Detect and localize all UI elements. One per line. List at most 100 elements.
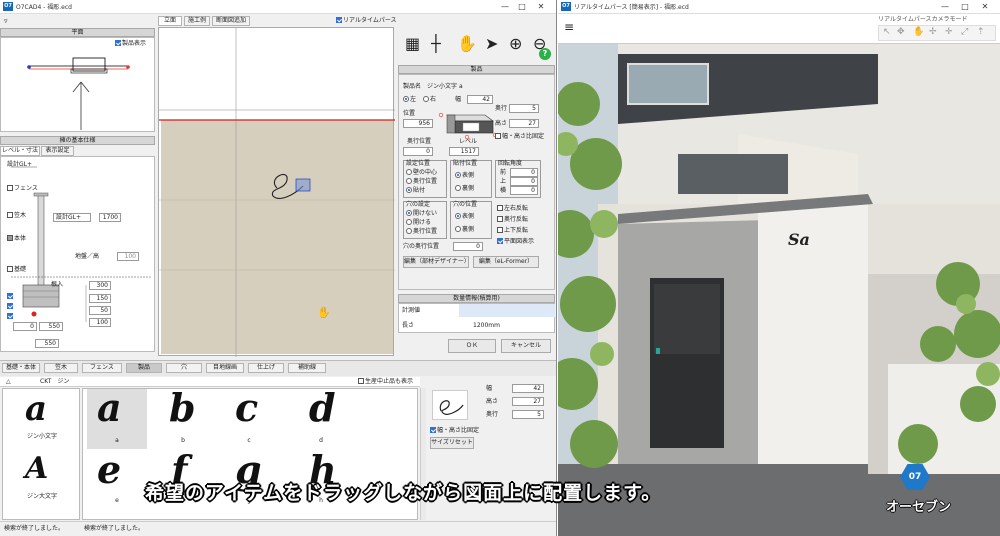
glyph-e[interactable]: e xyxy=(97,447,121,492)
category-thumb-lower[interactable]: a xyxy=(25,389,47,429)
tab-foundation-body[interactable]: 基礎・本体 xyxy=(2,363,40,373)
glyph-d[interactable]: d xyxy=(309,389,336,430)
info-depth-field[interactable]: 5 xyxy=(512,410,544,419)
hole-depth[interactable]: 奥行位置 xyxy=(406,228,437,236)
maximize-button[interactable]: □ xyxy=(515,1,529,12)
tab-add-section[interactable]: 断面図追加 xyxy=(212,16,250,26)
position-field[interactable]: 956 xyxy=(403,119,433,128)
rotate-side-field[interactable]: 0 xyxy=(510,186,538,195)
help-icon[interactable]: ? xyxy=(539,48,551,60)
dim-field-1[interactable]: 300 xyxy=(89,281,111,290)
ratio-lock-check[interactable]: 幅・高さ比固定 xyxy=(495,133,544,141)
attach-back[interactable]: 裏側 xyxy=(455,185,474,193)
set-pos-attach[interactable]: 貼付 xyxy=(406,187,425,195)
perspective-titlebar: O7 リアルタイムパース [簡易表示] - 福彫.ecd — □ ✕ xyxy=(558,0,1000,14)
check-3[interactable] xyxy=(7,313,14,321)
bottom-dim-0[interactable]: 0 xyxy=(13,322,37,331)
flip-horizontal-check[interactable]: 左右反転 xyxy=(497,205,528,213)
edit-designer-button[interactable]: 編集（部材デザイナー） xyxy=(403,256,470,268)
ground-field[interactable]: 100 xyxy=(117,252,139,261)
pointer-icon[interactable]: ➤ xyxy=(485,34,498,53)
tab-level-dims[interactable]: レベル・寸法 xyxy=(0,146,40,156)
glyph-c[interactable]: c xyxy=(235,389,258,430)
side-right-radio[interactable]: 右 xyxy=(423,96,436,104)
edit-elformer-button[interactable]: 編集（eL-Former） xyxy=(473,256,539,268)
check-2[interactable] xyxy=(7,303,14,311)
rotate-top-field[interactable]: 0 xyxy=(510,177,538,186)
tab-product[interactable]: 製品 xyxy=(126,363,162,373)
height-field[interactable]: 27 xyxy=(509,119,539,128)
camera-pointer-icon[interactable]: ↖ xyxy=(883,27,891,37)
tab-construction-example[interactable]: 施工例 xyxy=(184,16,210,26)
camera-rotate-icon[interactable]: ✥ xyxy=(897,27,905,37)
flip-depth-check[interactable]: 奥行反転 xyxy=(497,216,528,224)
perspective-close-button[interactable]: ✕ xyxy=(978,1,992,12)
close-button[interactable]: ✕ xyxy=(534,1,548,12)
camera-up-icon[interactable]: ⇡ xyxy=(977,27,985,37)
tab-finish[interactable]: 仕上げ xyxy=(248,363,284,373)
level-field[interactable]: 1517 xyxy=(449,147,479,156)
flip-vertical-check[interactable]: 上下反転 xyxy=(497,227,528,235)
bottom-dim-550[interactable]: 550 xyxy=(39,322,63,331)
production-stop-check[interactable]: 生産中止品も表示 xyxy=(358,378,413,386)
perspective-maximize-button[interactable]: □ xyxy=(958,1,972,12)
camera-walk-icon[interactable]: ⤢ xyxy=(961,27,968,37)
minimize-button[interactable]: — xyxy=(498,1,512,12)
select-cross-icon[interactable]: ┼ xyxy=(431,34,441,53)
perspective-minimize-button[interactable]: — xyxy=(938,1,952,12)
camera-move-icon[interactable]: ✢ xyxy=(929,27,937,37)
plan-view[interactable]: 製品表示 xyxy=(0,37,155,132)
menu-icon[interactable]: ▿ xyxy=(4,17,8,25)
camera-zoom-icon[interactable]: ✛ xyxy=(945,27,953,37)
glyph-b[interactable]: b xyxy=(169,389,196,430)
rotate-front-field[interactable]: 0 xyxy=(510,168,538,177)
depth-field[interactable]: 5 xyxy=(509,104,539,113)
info-ratio-check[interactable]: 幅・高さ比固定 xyxy=(430,427,479,435)
dim-field-4[interactable]: 100 xyxy=(89,318,111,327)
elevation-view[interactable]: ✋ xyxy=(158,27,395,357)
tab-hole[interactable]: 穴 xyxy=(166,363,202,373)
camera-pan-icon[interactable]: ✋ xyxy=(913,27,924,37)
depth-pos-field[interactable]: 0 xyxy=(403,147,433,156)
side-left-radio[interactable]: 左 xyxy=(403,96,416,104)
set-pos-depth[interactable]: 奥行位置 xyxy=(406,178,437,186)
tab-joint-lines[interactable]: 目地線画 xyxy=(206,363,244,373)
bottom-total[interactable]: 550 xyxy=(35,339,59,348)
perspective-scene[interactable] xyxy=(558,44,1000,536)
glyph-a[interactable]: a xyxy=(97,389,122,430)
hole-pos-back[interactable]: 裏側 xyxy=(455,226,474,234)
size-reset-button[interactable]: サイズリセット xyxy=(430,437,474,449)
height-field[interactable]: 1700 xyxy=(99,213,121,222)
width-field[interactable]: 42 xyxy=(467,95,493,104)
hole-none[interactable]: 開けない xyxy=(406,210,437,218)
dim-field-3[interactable]: 50 xyxy=(89,306,111,315)
info-height-field[interactable]: 27 xyxy=(512,397,544,406)
tab-fence[interactable]: フェンス xyxy=(82,363,122,373)
set-pos-wall-center[interactable]: 壁の中心 xyxy=(406,169,437,177)
check-1[interactable] xyxy=(7,293,14,301)
cancel-button[interactable]: キャンセル xyxy=(501,339,551,353)
hand-icon[interactable]: ✋ xyxy=(457,34,477,53)
hole-depth-field[interactable]: 0 xyxy=(453,242,483,251)
hole-open[interactable]: 開ける xyxy=(406,219,431,227)
up-arrow-icon[interactable]: △ xyxy=(6,378,11,386)
tab-display-settings[interactable]: 表示設定 xyxy=(41,146,74,156)
info-width-field[interactable]: 42 xyxy=(512,384,544,393)
hole-pos-front[interactable]: 表側 xyxy=(455,213,474,221)
zoom-in-icon[interactable]: ⊕ xyxy=(509,34,522,53)
tab-coping[interactable]: 笠木 xyxy=(44,363,78,373)
product-panel: 製品名 ジン小文字 a 左 右 幅 42 奥行 5 位置 956 高さ 27 幅… xyxy=(398,74,555,290)
gl-select[interactable]: 設計GL+ xyxy=(53,213,91,222)
tab-elevation[interactable]: 立面 xyxy=(158,16,182,26)
dim-field-2[interactable]: 150 xyxy=(89,294,111,303)
ok-button[interactable]: ＯＫ xyxy=(448,339,496,353)
plan-display-check[interactable]: 平面図表示 xyxy=(497,238,534,246)
category-thumb-upper[interactable]: A xyxy=(25,451,48,486)
attach-front[interactable]: 表側 xyxy=(455,172,474,180)
realtime-perspective-check[interactable]: リアルタイムパース xyxy=(336,17,397,25)
product-name-label: 製品名 ジン小文字 a xyxy=(403,83,463,90)
rotate-title: 回転角度 xyxy=(498,160,523,167)
tab-guide-lines[interactable]: 補助線 xyxy=(288,363,326,373)
grid-icon[interactable]: ▦ xyxy=(405,34,420,53)
hamburger-menu-icon[interactable]: ≡ xyxy=(564,20,574,34)
